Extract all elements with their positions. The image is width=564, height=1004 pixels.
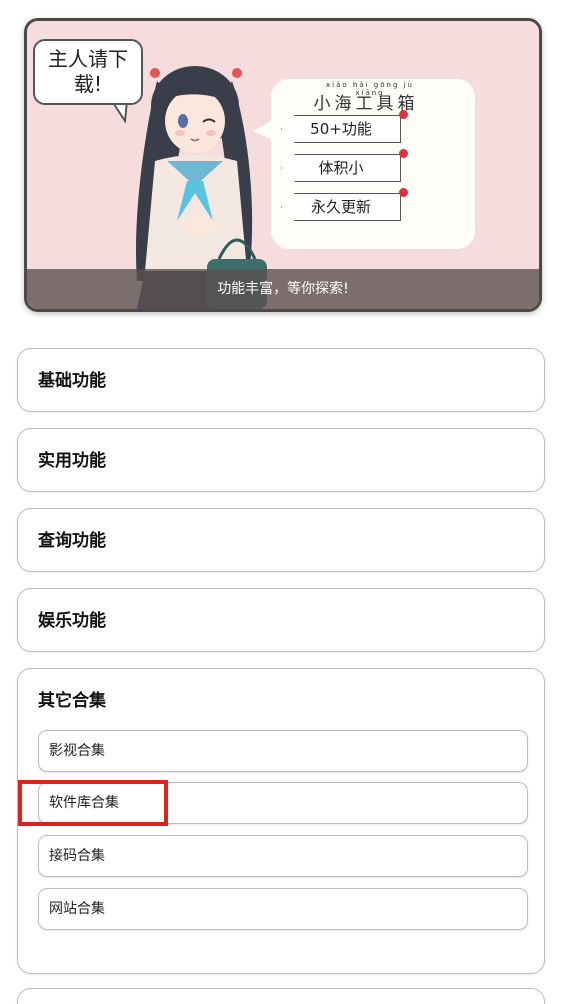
category-title: 查询功能 (38, 531, 106, 551)
speech-bubble-text: 主人请下 载! (48, 47, 128, 96)
speech-bubble-left: 主人请下 载! (33, 39, 143, 105)
heart-icon (399, 110, 408, 119)
sub-item-software-library[interactable]: 软件库合集 (38, 782, 528, 824)
category-title: 娱乐功能 (38, 611, 106, 631)
banner-image[interactable]: 主人请下 载! xiǎo hǎi gōng jù xiāng 小海工具箱 50+… (24, 18, 542, 312)
feature-tag-3: 永久更新 (281, 193, 401, 221)
category-title: 基础功能 (38, 371, 106, 391)
page: 主人请下 载! xiǎo hǎi gōng jù xiāng 小海工具箱 50+… (0, 0, 564, 1004)
category-title: 实用功能 (38, 451, 106, 471)
sub-item-sms-code-collection[interactable]: 接码合集 (38, 835, 528, 877)
category-card-entertainment[interactable]: 娱乐功能 (17, 588, 545, 652)
category-card-next[interactable] (17, 988, 545, 1004)
feature-tag-1: 50+功能 (281, 115, 401, 143)
category-title: 其它合集 (38, 691, 106, 711)
banner-caption: 功能丰富，等你探索! (27, 269, 539, 309)
feature-tag-2: 体积小 (281, 154, 401, 182)
category-card-basic[interactable]: 基础功能 (17, 348, 545, 412)
category-card-query[interactable]: 查询功能 (17, 508, 545, 572)
sub-item-video-collection[interactable]: 影视合集 (38, 730, 528, 772)
heart-icon (399, 188, 408, 197)
sub-item-website-collection[interactable]: 网站合集 (38, 888, 528, 930)
heart-icon (399, 149, 408, 158)
category-card-other[interactable]: 其它合集 影视合集 软件库合集 接码合集 网站合集 (17, 668, 545, 974)
category-card-practical[interactable]: 实用功能 (17, 428, 545, 492)
